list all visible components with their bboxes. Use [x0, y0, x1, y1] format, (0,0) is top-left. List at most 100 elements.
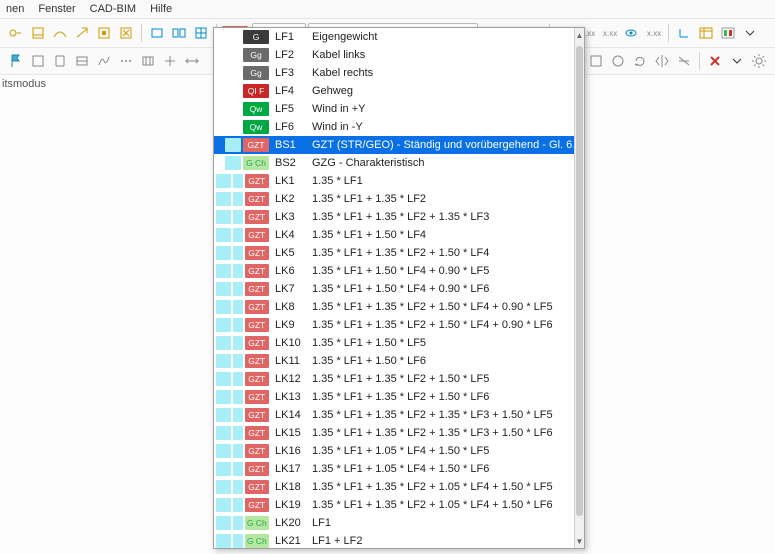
result-flag-icon[interactable]	[718, 23, 738, 43]
loadcase-row[interactable]: GgLF3Kabel rechts	[214, 64, 584, 82]
loadcase-list[interactable]: GLF1EigengewichtGgLF2Kabel linksGgLF3Kab…	[214, 28, 584, 548]
loadcase-type-badge: GZT	[245, 444, 270, 458]
loadcase-row[interactable]: G ChLK20LF1	[214, 514, 584, 532]
toolbar-icon[interactable]	[72, 23, 92, 43]
toolbar-icon[interactable]	[674, 51, 694, 71]
loadcase-row[interactable]: GLF1Eigengewicht	[214, 28, 584, 46]
section-icon[interactable]	[50, 51, 70, 71]
loadcase-row[interactable]: GZTLK61.35 * LF1 + 1.50 * LF4 + 0.90 * L…	[214, 262, 584, 280]
loadcase-indent-marker	[233, 462, 242, 476]
menu-item[interactable]: nen	[6, 3, 24, 15]
loadcase-code: BS1	[275, 139, 307, 151]
loadcase-code: LK5	[275, 247, 307, 259]
loadcase-row[interactable]: GZTLK141.35 * LF1 + 1.35 * LF2 + 1.35 * …	[214, 406, 584, 424]
loadcase-row[interactable]: GZTLK191.35 * LF1 + 1.35 * LF2 + 1.05 * …	[214, 496, 584, 514]
refresh-icon[interactable]	[630, 51, 650, 71]
loadcase-marker	[225, 156, 241, 170]
loadcase-row[interactable]: GZTLK131.35 * LF1 + 1.35 * LF2 + 1.50 * …	[214, 388, 584, 406]
loadcase-code: LK9	[275, 319, 307, 331]
toolbar-icon[interactable]	[72, 51, 92, 71]
loadcase-row[interactable]: G ChBS2GZG - Charakteristisch	[214, 154, 584, 172]
loadcase-row[interactable]: GZTLK21.35 * LF1 + 1.35 * LF2	[214, 190, 584, 208]
toolbar-icon[interactable]	[6, 23, 26, 43]
loadcase-code: LK17	[275, 463, 307, 475]
loadcase-description: 1.35 * LF1 + 1.35 * LF2 + 1.50 * LF4	[312, 247, 584, 259]
toolbar-icon[interactable]	[138, 51, 158, 71]
loadcase-row[interactable]: GZTLK91.35 * LF1 + 1.35 * LF2 + 1.50 * L…	[214, 316, 584, 334]
scroll-thumb[interactable]	[576, 46, 583, 516]
loadcase-type-badge: GZT	[245, 318, 270, 332]
toolbar-icon[interactable]: x.xx	[599, 23, 619, 43]
toolbar-icon[interactable]	[169, 23, 189, 43]
loadcase-code: LK10	[275, 337, 307, 349]
loadcase-type-badge: GZT	[245, 336, 270, 350]
loadcase-description: Gehweg	[312, 85, 584, 97]
arrow-left-right-icon[interactable]	[182, 51, 202, 71]
loadcase-row[interactable]: GZTLK121.35 * LF1 + 1.35 * LF2 + 1.50 * …	[214, 370, 584, 388]
menu-item[interactable]: Hilfe	[150, 3, 172, 15]
loadcase-row[interactable]: GZTLK71.35 * LF1 + 1.50 * LF4 + 0.90 * L…	[214, 280, 584, 298]
menu-item[interactable]: CAD-BIM	[90, 3, 136, 15]
scroll-down-icon[interactable]: ▼	[575, 536, 584, 546]
loadcase-row[interactable]: GZTLK171.35 * LF1 + 1.05 * LF4 + 1.50 * …	[214, 460, 584, 478]
loadcase-row[interactable]: GgLF2Kabel links	[214, 46, 584, 64]
toolbar-icon[interactable]	[50, 23, 70, 43]
toolbar-icon[interactable]	[586, 51, 606, 71]
loadcase-row[interactable]: GZTLK11.35 * LF1	[214, 172, 584, 190]
visibility-icon[interactable]	[621, 23, 641, 43]
shear-icon[interactable]	[94, 51, 114, 71]
scroll-up-icon[interactable]: ▲	[575, 30, 584, 40]
loadcase-code: LK7	[275, 283, 307, 295]
loadcase-row[interactable]: QwLF6Wind in -Y	[214, 118, 584, 136]
loadcase-marker	[216, 372, 231, 386]
toolbar-icon[interactable]	[28, 23, 48, 43]
toolbar-icon[interactable]	[28, 51, 48, 71]
mirror-icon[interactable]	[652, 51, 672, 71]
toolbar-icon[interactable]	[608, 51, 628, 71]
menu-item[interactable]: Fenster	[38, 3, 75, 15]
loadcase-row[interactable]: GZTLK151.35 * LF1 + 1.35 * LF2 + 1.35 * …	[214, 424, 584, 442]
loadcase-row[interactable]: QwLF5Wind in +Y	[214, 100, 584, 118]
table-icon[interactable]	[696, 23, 716, 43]
loadcase-row[interactable]: GZTLK101.35 * LF1 + 1.50 * LF5	[214, 334, 584, 352]
loadcase-row[interactable]: GZTLK161.35 * LF1 + 1.05 * LF4 + 1.50 * …	[214, 442, 584, 460]
chevron-down-icon[interactable]	[727, 51, 747, 71]
loadcase-indent-marker	[233, 300, 242, 314]
loadcase-row[interactable]: GZTLK181.35 * LF1 + 1.35 * LF2 + 1.05 * …	[214, 478, 584, 496]
loadcase-row[interactable]: GZTLK31.35 * LF1 + 1.35 * LF2 + 1.35 * L…	[214, 208, 584, 226]
separator	[141, 24, 142, 42]
toolbar-icon[interactable]	[191, 23, 211, 43]
loadcase-row[interactable]: GZTLK41.35 * LF1 + 1.50 * LF4	[214, 226, 584, 244]
scrollbar[interactable]: ▲ ▼	[574, 28, 584, 548]
dots-icon[interactable]	[116, 51, 136, 71]
menubar: nen Fenster CAD-BIM Hilfe	[0, 0, 775, 19]
gear-icon[interactable]	[749, 51, 769, 71]
loadcase-row[interactable]: GZTLK51.35 * LF1 + 1.35 * LF2 + 1.50 * L…	[214, 244, 584, 262]
toolbar-icon[interactable]	[147, 23, 167, 43]
loadcase-description: 1.35 * LF1 + 1.50 * LF4 + 0.90 * LF6	[312, 283, 584, 295]
loadcase-code: LF3	[275, 67, 307, 79]
close-icon[interactable]	[705, 51, 725, 71]
axes-icon[interactable]	[674, 23, 694, 43]
loadcase-code: LK12	[275, 373, 307, 385]
loadcase-description: Wind in -Y	[312, 121, 584, 133]
loadcase-marker	[216, 408, 231, 422]
toolbar-icon[interactable]	[94, 23, 114, 43]
loadcase-row[interactable]: GZTLK111.35 * LF1 + 1.50 * LF6	[214, 352, 584, 370]
loadcase-type-badge: GZT	[245, 426, 270, 440]
loadcase-marker	[216, 480, 231, 494]
loadcase-code: LK1	[275, 175, 307, 187]
flag-icon[interactable]	[6, 51, 26, 71]
loadcase-category-badge: Qw	[243, 102, 269, 116]
toolbar-icon[interactable]: x.xx	[643, 23, 663, 43]
loadcase-row[interactable]: GZTLK81.35 * LF1 + 1.35 * LF2 + 1.50 * L…	[214, 298, 584, 316]
loadcase-row[interactable]: GZTBS1GZT (STR/GEO) - Ständig und vorübe…	[214, 136, 584, 154]
loadcase-description: 1.35 * LF1 + 1.50 * LF6	[312, 355, 584, 367]
chevron-down-icon[interactable]	[740, 23, 760, 43]
loadcase-row[interactable]: QI FLF4Gehweg	[214, 82, 584, 100]
loadcase-row[interactable]: G ChLK21LF1 + LF2	[214, 532, 584, 548]
mode-label: itsmodus	[2, 78, 46, 90]
loadcase-type-badge: GZT	[245, 192, 270, 206]
toolbar-icon[interactable]	[116, 23, 136, 43]
toolbar-icon[interactable]	[160, 51, 180, 71]
